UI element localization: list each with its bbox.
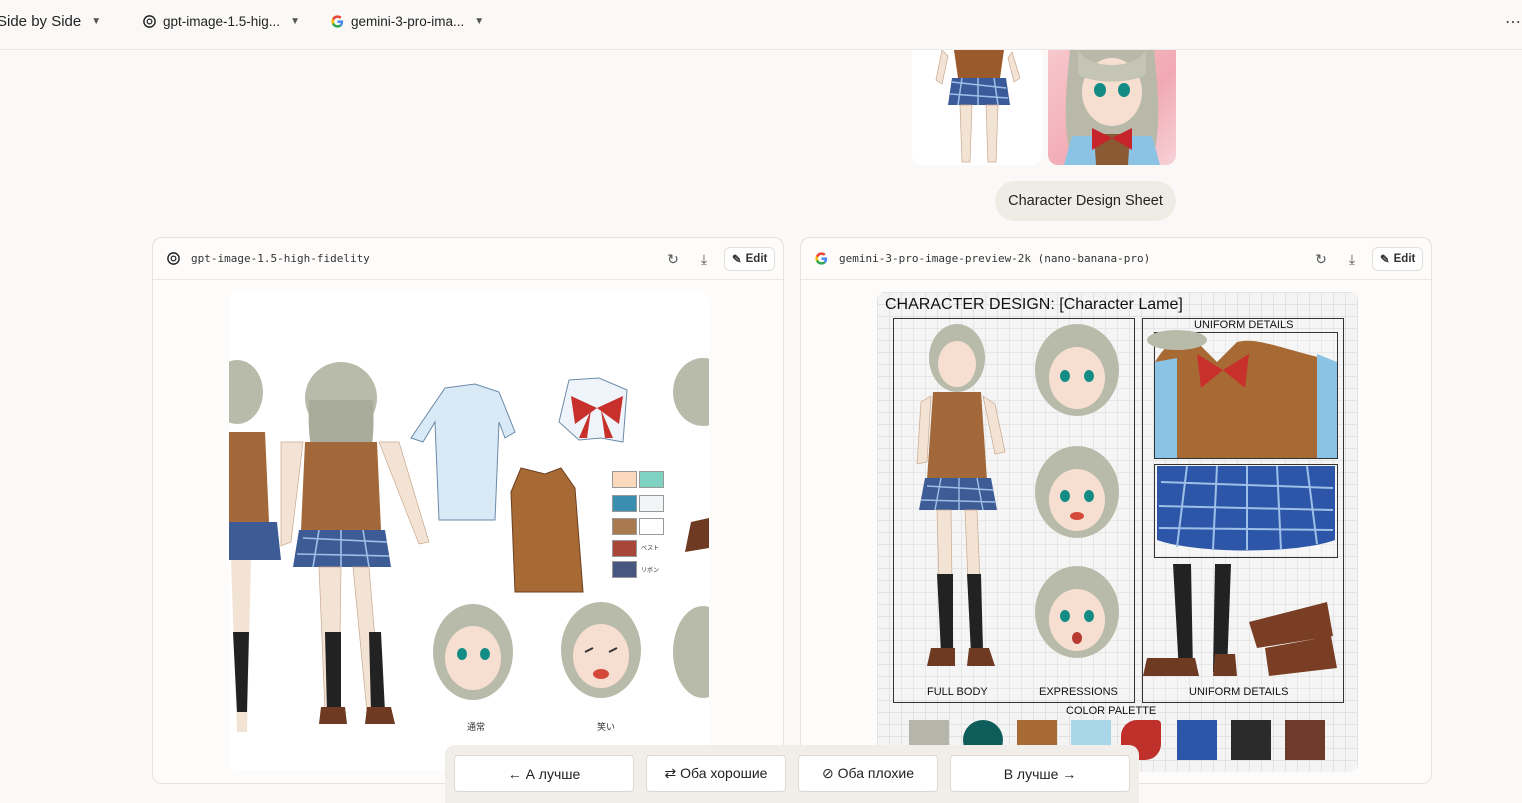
- edit-button[interactable]: ✎ Edit: [724, 247, 776, 271]
- color-swatch: [612, 495, 637, 512]
- prompt-message: Character Design Sheet: [995, 181, 1176, 221]
- more-options-icon[interactable]: ⋯: [1505, 12, 1522, 32]
- swatch-label-ribbon: リボン: [641, 566, 659, 574]
- palette-swatch: [1231, 720, 1271, 760]
- generated-image-a[interactable]: 通常 笑い ベスト リボン: [229, 292, 709, 770]
- google-logo-icon: [815, 252, 828, 265]
- color-palette-label: COLOR PALETTE: [1066, 705, 1157, 717]
- swatch-label-vest: ベスト: [641, 545, 659, 552]
- palette-swatch: [1285, 720, 1325, 760]
- expressions-label: EXPRESSIONS: [1039, 686, 1118, 698]
- color-swatch: [639, 518, 664, 535]
- model-name: gpt-image-1.5-high-fidelity: [191, 252, 370, 265]
- download-icon[interactable]: ⤓: [694, 249, 714, 269]
- regenerate-icon[interactable]: ↻: [663, 249, 683, 269]
- palette-swatch: [1177, 720, 1217, 760]
- character-sheet-illustration-b: [916, 324, 1337, 676]
- color-swatch: [639, 471, 664, 488]
- openai-logo-icon: [167, 252, 180, 265]
- vote-bar: ← А лучше ⇄ Оба хорошие ⊘ Оба плохие В л…: [445, 745, 1139, 803]
- model-a-label: gpt-image-1.5-hig...: [163, 13, 281, 29]
- regenerate-icon[interactable]: ↻: [1311, 249, 1331, 269]
- chevron-down-icon: ▼: [474, 15, 485, 27]
- top-bar: Side by Side ▼ gpt-image-1.5-hig... ▼ ge…: [0, 0, 1522, 50]
- google-logo-icon: [331, 14, 344, 28]
- b-better-button[interactable]: В лучше →: [950, 755, 1130, 792]
- edit-label: Edit: [745, 253, 768, 265]
- download-icon[interactable]: ⤓: [1342, 249, 1362, 269]
- model-b-dropdown[interactable]: gemini-3-pro-ima... ▼: [330, 0, 484, 42]
- model-b-panel: gemini-3-pro-image-preview-2k (nano-bana…: [800, 237, 1432, 784]
- expression-label-neutral: 通常: [467, 721, 485, 733]
- view-mode-label: Side by Side: [0, 12, 82, 30]
- panel-header: gpt-image-1.5-high-fidelity ↻ ⤓ ✎ Edit: [153, 238, 783, 280]
- character-sheet-illustration-a: 通常 笑い ベスト リボン: [229, 358, 709, 733]
- both-bad-button[interactable]: ⊘ Оба плохие: [798, 755, 938, 792]
- panel-header: gemini-3-pro-image-preview-2k (nano-bana…: [801, 238, 1431, 280]
- model-b-label: gemini-3-pro-ima...: [351, 13, 465, 29]
- color-swatch: [612, 561, 637, 578]
- edit-label: Edit: [1393, 253, 1416, 265]
- pencil-icon: ✎: [732, 254, 742, 266]
- pencil-icon: ✎: [1380, 254, 1390, 266]
- prompt-reference-image-1[interactable]: [912, 50, 1042, 165]
- prompt-reference-image-2[interactable]: [1048, 50, 1176, 165]
- color-swatch: [612, 540, 637, 557]
- model-a-panel: gpt-image-1.5-high-fidelity ↻ ⤓ ✎ Edit 通…: [152, 237, 784, 784]
- uniform-details-top-label: UNIFORM DETAILS: [1194, 319, 1294, 331]
- both-good-button[interactable]: ⇄ Оба хорошие: [646, 755, 786, 792]
- full-body-label: FULL BODY: [927, 686, 988, 698]
- color-swatch: [639, 495, 664, 512]
- color-swatch: [612, 518, 637, 535]
- color-swatch: [612, 471, 637, 488]
- model-a-dropdown[interactable]: gpt-image-1.5-hig... ▼: [142, 0, 300, 42]
- uniform-details-bottom-label: UNIFORM DETAILS: [1189, 686, 1289, 698]
- a-better-button[interactable]: ← А лучше: [454, 755, 634, 792]
- expression-label-smile: 笑い: [597, 721, 615, 733]
- openai-logo-icon: [143, 14, 156, 28]
- generated-image-b[interactable]: CHARACTER DESIGN: [Character Lame] UNIFO…: [877, 292, 1358, 772]
- view-mode-dropdown[interactable]: Side by Side ▼: [0, 0, 101, 42]
- chevron-down-icon: ▼: [91, 15, 102, 27]
- edit-button[interactable]: ✎ Edit: [1372, 247, 1424, 271]
- chevron-down-icon: ▼: [290, 15, 300, 27]
- model-name: gemini-3-pro-image-preview-2k (nano-bana…: [839, 252, 1151, 265]
